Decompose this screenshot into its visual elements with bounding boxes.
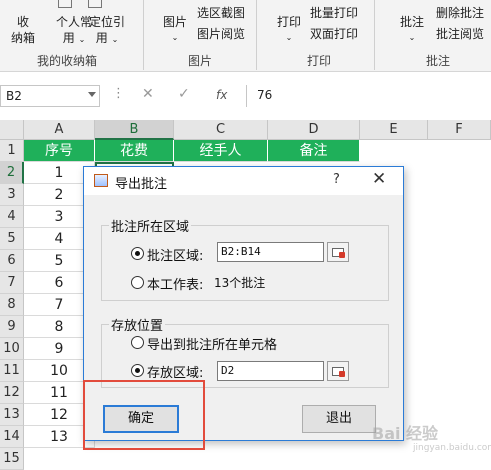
range-picker-button[interactable]	[327, 242, 349, 262]
ribbon: 收 纳箱 个人常 用 ⌄ 定位引 用 ⌄ 我的收纳箱 图片 ⌄ 选区截图 图片阅…	[0, 0, 491, 72]
row-header-4[interactable]: 4	[0, 206, 24, 228]
select-all-corner[interactable]	[0, 120, 24, 140]
current-sheet-radio[interactable]	[131, 276, 144, 289]
store-range-label: 存放区域:	[147, 366, 204, 381]
locate-reference-button[interactable]: 定位引 用 ⌄	[84, 14, 130, 48]
delete-comment-button[interactable]: 删除批注	[436, 5, 484, 21]
batch-print-button[interactable]: 批量打印	[310, 5, 358, 21]
column-header-e[interactable]: E	[360, 120, 428, 140]
column-header-f[interactable]: F	[428, 120, 491, 140]
watermark: Bai 经验	[372, 424, 439, 443]
personal-common-label-2: 用	[62, 31, 75, 45]
group-label-print: 打印	[307, 54, 332, 68]
row-header-10[interactable]: 10	[0, 338, 24, 360]
chevron-down-icon: ⌄	[285, 33, 293, 42]
collapse-box-label-2: 纳箱	[10, 31, 35, 45]
name-box[interactable]: B2	[0, 85, 100, 107]
help-icon[interactable]: ?	[333, 172, 340, 187]
personal-icon	[58, 0, 72, 8]
locate-reference-label-2: 用	[95, 31, 108, 45]
dialog-titlebar: 导出批注 ? ✕	[84, 167, 403, 195]
picture-button[interactable]: 图片 ⌄	[158, 14, 192, 46]
comment-range-radio[interactable]	[131, 247, 144, 260]
highlight-box	[83, 380, 205, 450]
formula-input[interactable]: 76	[246, 85, 491, 107]
row-header-14[interactable]: 14	[0, 426, 24, 448]
row-header-13[interactable]: 13	[0, 404, 24, 426]
comment-label: 批注	[399, 15, 424, 29]
comment-view-button[interactable]: 批注阅览	[436, 26, 484, 42]
header-cell[interactable]: 备注	[268, 140, 360, 162]
chevron-down-icon: ⌄	[408, 33, 416, 42]
comment-count: 13个批注	[214, 276, 266, 290]
locate-icon	[88, 0, 102, 8]
check-icon[interactable]: ✓	[178, 86, 190, 102]
row-header-2[interactable]: 2	[0, 162, 24, 184]
group-label-my-box: 我的收纳箱	[37, 54, 98, 68]
group-label-comment: 批注	[426, 54, 451, 68]
duplex-print-button[interactable]: 双面打印	[310, 26, 358, 42]
function-icon[interactable]: fx	[216, 88, 227, 102]
row-header-11[interactable]: 11	[0, 360, 24, 382]
chevron-down-icon[interactable]	[88, 92, 96, 97]
comment-button[interactable]: 批注 ⌄	[395, 14, 429, 46]
chevron-down-icon: ⌄	[171, 33, 179, 42]
watermark-url: jingyan.baidu.com	[413, 443, 491, 453]
row-header-12[interactable]: 12	[0, 382, 24, 404]
row-header-3[interactable]: 3	[0, 184, 24, 206]
print-label: 打印	[276, 15, 301, 29]
column-header-b[interactable]: B	[95, 120, 174, 140]
chevron-down-icon: ⌄	[111, 35, 119, 44]
column-header-c[interactable]: C	[174, 120, 268, 140]
header-cell[interactable]: 经手人	[174, 140, 268, 162]
export-to-cell-label: 导出到批注所在单元格	[147, 338, 278, 353]
comment-range-label: 批注区域:	[147, 249, 204, 264]
ribbon-separator	[256, 0, 257, 70]
export-to-cell-radio[interactable]	[131, 336, 144, 349]
row-header-1[interactable]: 1	[0, 140, 24, 162]
row-header-15[interactable]: 15	[0, 448, 24, 470]
header-cell[interactable]: 花费	[95, 140, 174, 162]
grip-icon: ⋮	[112, 86, 125, 101]
comment-area-title: 批注所在区域	[109, 216, 192, 235]
column-header-a[interactable]: A	[24, 120, 95, 140]
dialog-title: 导出批注	[115, 177, 168, 192]
header-cell[interactable]: 序号	[24, 140, 95, 162]
row-header-9[interactable]: 9	[0, 316, 24, 338]
column-header-d[interactable]: D	[268, 120, 360, 140]
collapse-box-button[interactable]: 收 纳箱	[8, 14, 38, 46]
store-range-input[interactable]: D2	[217, 361, 324, 381]
row-header-7[interactable]: 7	[0, 272, 24, 294]
ribbon-separator	[143, 0, 144, 70]
row-header-6[interactable]: 6	[0, 250, 24, 272]
app-icon	[94, 174, 108, 187]
picture-label: 图片	[162, 15, 187, 29]
ribbon-separator	[374, 0, 375, 70]
locate-reference-label-1: 定位引	[88, 15, 125, 29]
close-icon[interactable]: ✕	[372, 169, 386, 189]
close-icon[interactable]: ✕	[142, 86, 154, 102]
range-picker-icon-accent	[339, 252, 345, 258]
comment-range-input[interactable]: B2:B14	[217, 242, 324, 262]
picture-view-button[interactable]: 图片阅览	[197, 26, 245, 42]
range-picker-icon-accent	[339, 371, 345, 377]
store-range-radio[interactable]	[131, 364, 144, 377]
row-header-5[interactable]: 5	[0, 228, 24, 250]
collapse-box-label-1: 收	[16, 15, 29, 29]
print-button[interactable]: 打印 ⌄	[272, 14, 306, 46]
range-picker-button[interactable]	[327, 361, 349, 381]
region-capture-button[interactable]: 选区截图	[197, 5, 245, 21]
exit-button[interactable]: 退出	[302, 405, 376, 433]
group-label-picture: 图片	[188, 54, 213, 68]
output-location-title: 存放位置	[109, 315, 166, 334]
row-header-8[interactable]: 8	[0, 294, 24, 316]
current-sheet-label: 本工作表:	[147, 278, 204, 293]
